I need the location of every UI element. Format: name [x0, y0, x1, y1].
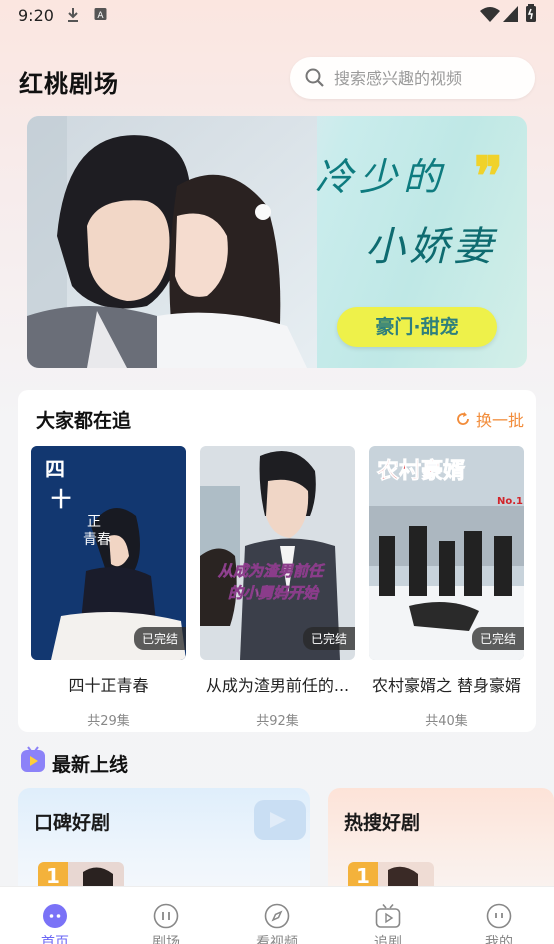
svg-text:农村豪婿: 农村豪婿 [376, 458, 465, 484]
drama-poster[interactable]: 从成为渣男前任 的小舅妈开始 已完结 [200, 446, 355, 660]
status-badge: 已完结 [471, 627, 524, 650]
nav-label: 我的 [485, 935, 513, 944]
drama-card[interactable]: 从成为渣男前任 的小舅妈开始 已完结 从成为渣男前任的... 共92集 [200, 446, 355, 729]
tv-play-icon [375, 903, 401, 928]
rank-number: 1 [356, 864, 370, 888]
search-icon [305, 68, 324, 87]
quote-mark-icon: ❞ [474, 144, 504, 208]
drama-card[interactable]: 四 十 正 青春 已完结 四十正青春 共29集 [31, 446, 186, 729]
hero-banner[interactable]: ❞ 冷少的 小娇妻 豪门·甜宠 [27, 116, 527, 368]
nav-label: 剧场 [152, 935, 180, 944]
svg-text:从成为渣男前任: 从成为渣男前任 [218, 562, 326, 580]
svg-text:A: A [97, 11, 104, 21]
download-icon [68, 8, 78, 22]
app-title: 红桃剧场 [19, 70, 119, 98]
drama-card[interactable]: 农村豪婿 No.1 已完结 农村豪婿之 替身豪婿 共40集 [369, 446, 524, 729]
svg-text:四: 四 [45, 457, 65, 481]
drama-title: 从成为渣男前任的... [205, 676, 350, 695]
status-badge: 已完结 [133, 627, 186, 650]
refresh-label: 换一批 [475, 411, 524, 430]
compass-icon [264, 903, 290, 929]
home-icon [43, 904, 67, 928]
episode-count: 共92集 [256, 714, 299, 729]
nav-theater[interactable]: 剧场 [111, 887, 221, 944]
refresh-icon [457, 412, 469, 425]
praise-drama-title: 口碑好剧 [34, 812, 111, 834]
svg-text:青春: 青春 [83, 532, 111, 548]
new-online-title: 最新上线 [52, 754, 129, 776]
episode-count: 共29集 [87, 714, 130, 729]
signal-icon [503, 6, 518, 22]
nav-mine[interactable]: 我的 [444, 887, 554, 944]
banner-title-line1: 冷少的 [315, 155, 448, 199]
nav-follow[interactable]: 追剧 [333, 887, 443, 944]
hot-search-drama-title: 热搜好剧 [344, 812, 421, 834]
svg-text:的小舅妈开始: 的小舅妈开始 [228, 584, 320, 602]
status-badge: 已完结 [302, 627, 355, 650]
banner-couple-image [27, 116, 317, 368]
svg-text:No.1: No.1 [497, 496, 523, 507]
refresh-button[interactable]: 换一批 [456, 407, 524, 431]
drama-title: 农村豪婿之 替身豪婿 [371, 676, 522, 695]
svg-text:十: 十 [51, 487, 71, 511]
episode-count: 共40集 [425, 714, 468, 729]
svg-text:正: 正 [87, 514, 101, 530]
trending-section: 大家都在追 换一批 四 十 正 青春 已完结 四十正青春 共29集 从成为渣男前… [18, 390, 536, 732]
tv-decor-icon [254, 800, 306, 840]
hot-search-drama-card[interactable]: 热搜好剧 1 [328, 788, 554, 898]
section-title: 大家都在追 [36, 410, 132, 432]
praise-drama-card[interactable]: 口碑好剧 1 [18, 788, 310, 898]
wifi-icon [480, 7, 500, 22]
new-online-icon [21, 746, 45, 772]
nav-label: 追剧 [374, 935, 402, 944]
drama-poster[interactable]: 农村豪婿 No.1 已完结 [369, 446, 524, 660]
theater-icon [153, 903, 179, 929]
nav-label: 首页 [41, 935, 69, 944]
banner-genre-tag: 豪门·甜宠 [337, 307, 497, 347]
nav-label: 看视频 [256, 935, 298, 944]
search-input[interactable] [334, 57, 524, 99]
banner-title-line2: 小娇妻 [365, 224, 497, 270]
profile-icon [486, 903, 512, 929]
search-box[interactable] [290, 57, 535, 99]
drama-poster[interactable]: 四 十 正 青春 已完结 [31, 446, 186, 660]
keyboard-a-icon: A [94, 8, 107, 21]
status-time: 9:20 [18, 6, 54, 25]
battery-icon [526, 4, 536, 22]
rank-number: 1 [46, 864, 60, 888]
nav-home[interactable]: 首页 [0, 887, 110, 944]
nav-watch-video[interactable]: 看视频 [222, 887, 332, 944]
bottom-nav: 首页 剧场 看视频 追剧 我的 [0, 886, 554, 944]
status-bar: 9:20 A [0, 0, 554, 32]
drama-title: 四十正青春 [68, 676, 149, 695]
